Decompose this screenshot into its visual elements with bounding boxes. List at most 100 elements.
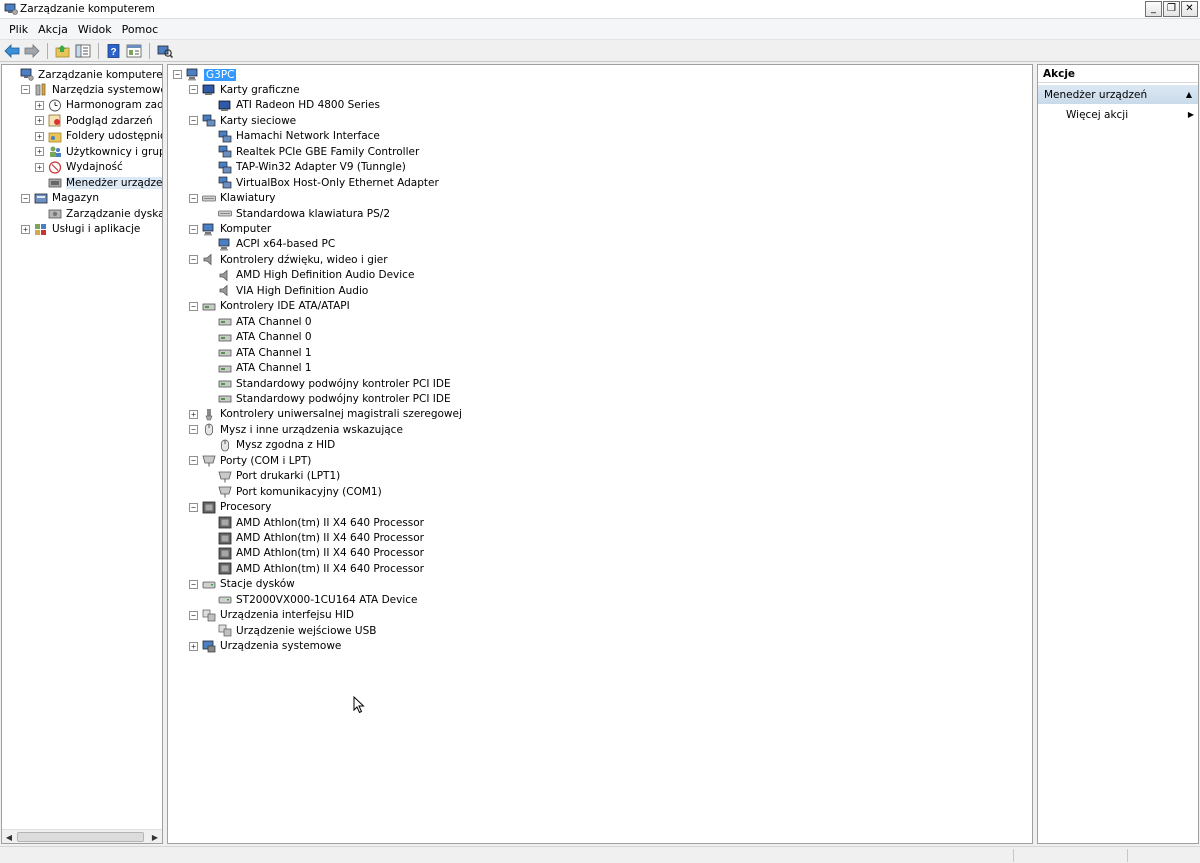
nav-item[interactable]: Zarządzanie dyskami: [35, 206, 162, 221]
device-item[interactable]: VIA High Definition Audio: [205, 283, 368, 298]
device-item[interactable]: − Kontrolery IDE ATA/ATAPI: [189, 299, 350, 314]
close-button[interactable]: ✕: [1181, 1, 1198, 17]
device-item[interactable]: − Porty (COM i LPT): [189, 453, 311, 468]
collapse-icon[interactable]: −: [189, 301, 198, 311]
device-item[interactable]: − Kontrolery dźwięku, wideo i gier: [189, 252, 388, 267]
device-item[interactable]: Port komunikacyjny (COM1): [205, 484, 382, 499]
device-item[interactable]: − Urządzenia interfejsu HID: [189, 608, 354, 623]
scrollbar-thumb[interactable]: [17, 832, 144, 842]
device-item[interactable]: Port drukarki (LPT1): [205, 469, 340, 484]
actions-section-device-manager[interactable]: Menedżer urządzeń ▲: [1038, 85, 1198, 104]
menu-akcja[interactable]: Akcja: [33, 23, 73, 36]
nav-item[interactable]: Menedżer urządzeń: [35, 175, 162, 190]
expand-icon[interactable]: +: [189, 641, 198, 651]
scroll-left-icon[interactable]: ◀: [2, 830, 16, 843]
nav-item[interactable]: − Magazyn: [21, 191, 99, 206]
back-icon[interactable]: [3, 42, 21, 60]
device-item[interactable]: − Karty graficzne: [189, 82, 300, 97]
nav-item[interactable]: + Wydajność: [35, 160, 123, 175]
collapse-icon[interactable]: −: [21, 193, 30, 203]
horizontal-scrollbar[interactable]: ◀ ▶: [2, 829, 162, 843]
collapse-icon[interactable]: −: [189, 502, 198, 512]
menu-pomoc[interactable]: Pomoc: [117, 23, 163, 36]
device-item[interactable]: ST2000VX000-1CU164 ATA Device: [205, 592, 417, 607]
collapse-icon[interactable]: −: [173, 70, 182, 79]
device-item[interactable]: − Komputer: [189, 222, 271, 237]
nav-item[interactable]: + Usługi i aplikacje: [21, 222, 140, 237]
device-item[interactable]: VirtualBox Host-Only Ethernet Adapter: [205, 175, 439, 190]
minimize-button[interactable]: _: [1145, 1, 1162, 17]
computer-icon: [202, 223, 214, 235]
collapse-icon[interactable]: −: [189, 610, 198, 620]
device-item[interactable]: Hamachi Network Interface: [205, 129, 380, 144]
device-item[interactable]: − Klawiatury: [189, 191, 275, 206]
nav-item[interactable]: + Użytkownicy i grupy lok: [35, 144, 162, 159]
restore-button[interactable]: ❐: [1163, 1, 1180, 17]
help-icon[interactable]: ?: [105, 42, 123, 60]
nav-item[interactable]: + Harmonogram zadań: [35, 98, 162, 113]
menu-widok[interactable]: Widok: [73, 23, 117, 36]
nav-item[interactable]: Zarządzanie komputerem (loka: [7, 67, 162, 82]
expand-icon[interactable]: +: [35, 147, 44, 157]
collapse-icon[interactable]: −: [189, 579, 198, 589]
show-hide-tree-icon[interactable]: [74, 42, 92, 60]
mouse-icon: [221, 439, 229, 452]
device-item[interactable]: − Mysz i inne urządzenia wskazujące: [189, 422, 403, 437]
expand-icon[interactable]: +: [189, 409, 198, 419]
more-actions-item[interactable]: Więcej akcji ▶: [1066, 107, 1194, 123]
device-item[interactable]: − Stacje dysków: [189, 577, 295, 592]
device-item[interactable]: AMD Athlon(tm) II X4 640 Processor: [205, 531, 424, 546]
device-item[interactable]: AMD High Definition Audio Device: [205, 268, 414, 283]
device-item[interactable]: Standardowa klawiatura PS/2: [205, 206, 390, 221]
collapse-icon[interactable]: −: [21, 85, 30, 95]
nav-item[interactable]: − Narzędzia systemowe: [21, 82, 162, 97]
device-item[interactable]: ATA Channel 0: [205, 314, 312, 329]
device-item[interactable]: AMD Athlon(tm) II X4 640 Processor: [205, 515, 424, 530]
expand-icon[interactable]: +: [35, 100, 44, 110]
scroll-right-icon[interactable]: ▶: [148, 830, 162, 843]
device-item[interactable]: + Urządzenia systemowe: [189, 639, 341, 654]
device-item[interactable]: AMD Athlon(tm) II X4 640 Processor: [205, 561, 424, 576]
device-item[interactable]: − G3PC: [173, 67, 237, 82]
up-folder-icon[interactable]: [54, 42, 72, 60]
device-item[interactable]: ATA Channel 1: [205, 361, 312, 376]
device-item[interactable]: ATA Channel 0: [205, 330, 312, 345]
nav-item[interactable]: + Podgląd zdarzeń: [35, 113, 153, 128]
collapse-up-icon[interactable]: ▲: [1186, 90, 1192, 99]
properties-icon[interactable]: [125, 42, 143, 60]
device-item[interactable]: − Karty sieciowe: [189, 113, 296, 128]
collapse-icon[interactable]: −: [189, 456, 198, 466]
expand-icon[interactable]: +: [35, 116, 44, 126]
device-item[interactable]: TAP-Win32 Adapter V9 (Tunngle): [205, 160, 406, 175]
collapse-icon[interactable]: −: [189, 224, 198, 234]
collapse-icon[interactable]: −: [189, 255, 198, 265]
collapse-icon[interactable]: −: [189, 85, 198, 95]
expand-icon[interactable]: +: [35, 162, 44, 172]
device-item-label: Mysz i inne urządzenia wskazujące: [220, 423, 403, 436]
expand-icon[interactable]: +: [21, 224, 30, 234]
expand-icon[interactable]: +: [35, 131, 44, 141]
device-item[interactable]: ATA Channel 1: [205, 345, 312, 360]
device-item[interactable]: − Procesory: [189, 500, 271, 515]
device-item[interactable]: Standardowy podwójny kontroler PCI IDE: [205, 376, 451, 391]
device-item[interactable]: + Kontrolery uniwersalnej magistrali szer…: [189, 407, 462, 422]
device-item[interactable]: ACPI x64-based PC: [205, 237, 335, 252]
device-item[interactable]: Realtek PCIe GBE Family Controller: [205, 144, 419, 159]
device-item[interactable]: Mysz zgodna z HID: [205, 438, 335, 453]
scan-hardware-icon[interactable]: [156, 42, 174, 60]
device-item[interactable]: Urządzenie wejściowe USB: [205, 623, 376, 638]
device-item[interactable]: AMD Athlon(tm) II X4 640 Processor: [205, 546, 424, 561]
collapse-icon[interactable]: −: [189, 425, 198, 435]
nav-item[interactable]: + Foldery udostępnione: [35, 129, 162, 144]
device-item[interactable]: Standardowy podwójny kontroler PCI IDE: [205, 391, 451, 406]
device-item[interactable]: ATI Radeon HD 4800 Series: [205, 98, 380, 113]
collapse-icon[interactable]: −: [189, 193, 198, 203]
collapse-icon[interactable]: −: [189, 116, 198, 126]
menu-plik[interactable]: Plik: [4, 23, 33, 36]
forward-icon[interactable]: [23, 42, 41, 60]
nav-item-label: Użytkownicy i grupy lok: [66, 145, 162, 158]
processor-icon: [202, 501, 216, 513]
